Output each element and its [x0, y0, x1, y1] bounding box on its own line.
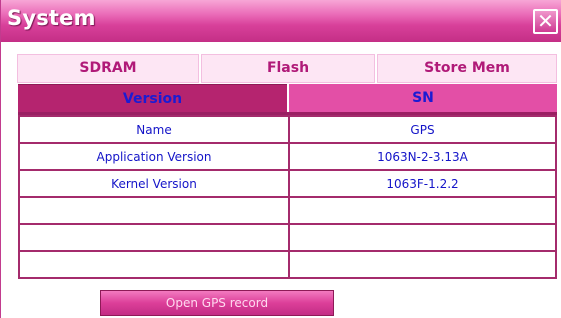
- table-row: Name GPS: [18, 115, 557, 144]
- table-row: Kernel Version 1063F-1.2.2: [18, 169, 557, 198]
- version-table: Name GPS Application Version 1063N-2-3.1…: [18, 112, 557, 279]
- row-name-cell: [18, 250, 290, 279]
- row-value-cell: [288, 196, 557, 225]
- system-window: System ✕ SDRAM Flash Store Mem Version S…: [0, 0, 561, 318]
- tab-flash[interactable]: Flash: [201, 54, 375, 83]
- row-value-cell: 1063F-1.2.2: [288, 169, 557, 198]
- tab-version[interactable]: Version: [18, 84, 287, 113]
- table-row: [18, 196, 557, 225]
- row-name-cell: [18, 196, 290, 225]
- row-value-cell: GPS: [288, 115, 557, 144]
- tab-sdram[interactable]: SDRAM: [17, 54, 199, 83]
- close-button[interactable]: ✕: [533, 9, 558, 34]
- table-row: Application Version 1063N-2-3.13A: [18, 142, 557, 171]
- row-name-cell: Kernel Version: [18, 169, 290, 198]
- row-value-cell: [288, 223, 557, 252]
- row-value-cell: 1063N-2-3.13A: [288, 142, 557, 171]
- row-name-cell: Application Version: [18, 142, 290, 171]
- row-name-cell: Name: [18, 115, 290, 144]
- row-name-cell: [18, 223, 290, 252]
- table-row: [18, 250, 557, 279]
- tab-sn[interactable]: SN: [289, 84, 557, 112]
- open-gps-record-button[interactable]: Open GPS record: [100, 290, 334, 316]
- tab-store-mem[interactable]: Store Mem: [377, 54, 557, 83]
- window-title: System: [7, 6, 96, 30]
- top-tab-bar: SDRAM Flash Store Mem: [17, 54, 558, 83]
- title-bar: System ✕: [1, 0, 561, 42]
- close-icon: ✕: [537, 9, 554, 33]
- table-row: [18, 223, 557, 252]
- row-value-cell: [288, 250, 557, 279]
